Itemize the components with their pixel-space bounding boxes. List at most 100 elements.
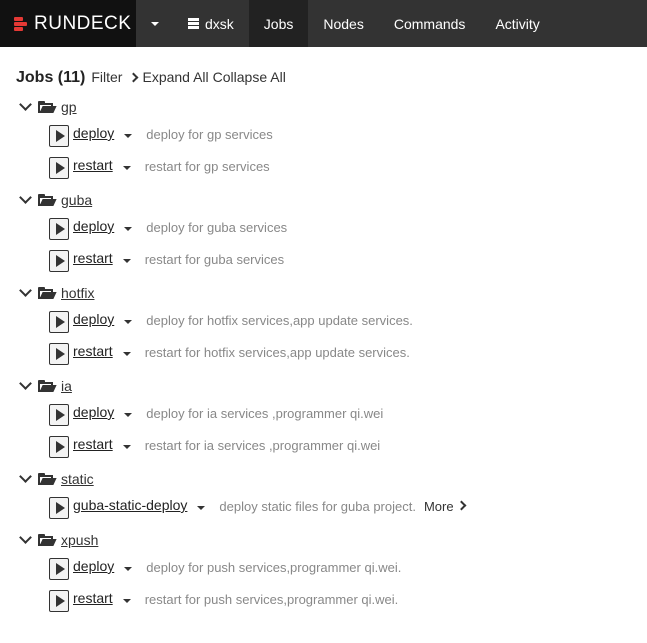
group-name-link[interactable]: static — [61, 471, 94, 487]
job-row: deploy deploy for hotfix services,app upd… — [49, 311, 413, 333]
job-description: restart for ia services ,programmer qi.w… — [144, 437, 381, 453]
folder-open-icon — [38, 194, 57, 206]
job-description: deploy for guba services — [146, 219, 288, 235]
play-icon — [55, 441, 65, 453]
job-row: restart restart for guba services — [49, 250, 284, 272]
job-actions-caret-icon[interactable] — [124, 134, 133, 138]
job-description: deploy for hotfix services,app update se… — [146, 312, 413, 328]
job-description: restart for push services,programmer qi.… — [144, 591, 399, 607]
rundeck-logo[interactable]: RUNDECK — [0, 0, 136, 47]
more-link[interactable]: More — [424, 499, 470, 514]
group-name-link[interactable]: ia — [61, 378, 72, 394]
folder-open-icon — [38, 534, 57, 546]
job-actions-caret-icon[interactable] — [122, 445, 131, 449]
job-row: restart restart for hotfix services,app u… — [49, 343, 410, 365]
project-name: dxsk — [205, 15, 234, 32]
chevron-right-icon — [129, 72, 139, 83]
play-icon — [55, 223, 65, 235]
run-job-button[interactable] — [49, 497, 69, 519]
job-description: deploy for gp services — [146, 126, 273, 142]
folder-open-icon — [38, 101, 57, 113]
run-job-button[interactable] — [49, 436, 69, 458]
run-job-button[interactable] — [49, 343, 69, 365]
chevron-down-icon[interactable] — [19, 191, 32, 204]
job-name-link[interactable]: restart — [73, 250, 113, 266]
group-name-link[interactable]: hotfix — [61, 285, 94, 301]
collapse-all-link[interactable]: Collapse All — [213, 69, 286, 85]
job-actions-caret-icon[interactable] — [122, 599, 131, 603]
run-job-button[interactable] — [49, 157, 69, 179]
run-job-button[interactable] — [49, 590, 69, 612]
jobs-header: Jobs (11) Filter Expand All Collapse All — [16, 69, 286, 87]
job-actions-caret-icon[interactable] — [124, 227, 133, 231]
job-name-link[interactable]: restart — [73, 590, 113, 606]
caret-down-icon — [151, 21, 159, 26]
run-job-button[interactable] — [49, 218, 69, 240]
job-group: xpush — [19, 531, 98, 549]
run-job-button[interactable] — [49, 404, 69, 426]
chevron-down-icon[interactable] — [19, 98, 32, 111]
job-row: guba-static-deploy deploy static files fo… — [49, 497, 470, 519]
job-name-link[interactable]: deploy — [73, 125, 114, 141]
job-row: deploy deploy for guba services — [49, 218, 287, 240]
filter-link[interactable]: Filter — [91, 69, 122, 85]
job-group: guba — [19, 191, 92, 209]
expand-all-link[interactable]: Expand All — [142, 69, 208, 85]
run-job-button[interactable] — [49, 311, 69, 333]
job-name-link[interactable]: deploy — [73, 558, 114, 574]
play-icon — [55, 409, 65, 421]
job-description: restart for gp services — [144, 158, 270, 174]
play-icon — [55, 255, 65, 267]
job-name-link[interactable]: restart — [73, 157, 113, 173]
job-actions-caret-icon[interactable] — [122, 259, 131, 263]
job-row: restart restart for push services,program… — [49, 590, 398, 612]
job-actions-caret-icon[interactable] — [124, 320, 133, 324]
job-actions-caret-icon[interactable] — [197, 506, 206, 510]
play-icon — [55, 563, 65, 575]
chevron-down-icon[interactable] — [19, 284, 32, 297]
tab-commands[interactable]: Commands — [379, 0, 481, 47]
folder-open-icon — [38, 380, 57, 392]
job-group: ia — [19, 377, 72, 395]
job-description: restart for guba services — [144, 251, 285, 267]
group-name-link[interactable]: guba — [61, 192, 92, 208]
project-list-icon — [188, 18, 199, 29]
group-name-link[interactable]: gp — [61, 99, 77, 115]
job-row: deploy deploy for push services,programme… — [49, 558, 401, 580]
folder-open-icon — [38, 473, 57, 485]
job-name-link[interactable]: deploy — [73, 218, 114, 234]
chevron-right-icon — [456, 500, 467, 510]
job-name-link[interactable]: restart — [73, 343, 113, 359]
run-job-button[interactable] — [49, 250, 69, 272]
job-row: deploy deploy for ia services ,programmer… — [49, 404, 383, 426]
play-icon — [55, 502, 65, 514]
run-job-button[interactable] — [49, 558, 69, 580]
play-icon — [55, 348, 65, 360]
play-icon — [55, 595, 65, 607]
job-row: deploy deploy for gp services — [49, 125, 273, 147]
job-group: static — [19, 470, 94, 488]
folder-open-icon — [38, 287, 57, 299]
chevron-down-icon[interactable] — [19, 377, 32, 390]
more-label: More — [423, 498, 454, 514]
chevron-down-icon[interactable] — [19, 531, 32, 544]
job-name-link[interactable]: guba-static-deploy — [73, 497, 187, 513]
job-actions-caret-icon[interactable] — [124, 567, 133, 571]
job-name-link[interactable]: restart — [73, 436, 113, 452]
project-link[interactable]: dxsk — [173, 0, 249, 47]
job-name-link[interactable]: deploy — [73, 404, 114, 420]
project-menu-dropdown[interactable] — [136, 0, 173, 47]
job-actions-caret-icon[interactable] — [122, 166, 131, 170]
job-actions-caret-icon[interactable] — [122, 352, 131, 356]
tab-jobs[interactable]: Jobs — [248, 0, 309, 47]
play-icon — [55, 130, 65, 142]
tab-activity[interactable]: Activity — [480, 0, 554, 47]
job-group: hotfix — [19, 284, 94, 302]
chevron-down-icon[interactable] — [19, 470, 32, 483]
group-name-link[interactable]: xpush — [61, 532, 98, 548]
run-job-button[interactable] — [49, 125, 69, 147]
tab-nodes[interactable]: Nodes — [308, 0, 378, 47]
job-actions-caret-icon[interactable] — [124, 413, 133, 417]
job-name-link[interactable]: deploy — [73, 311, 114, 327]
job-description: restart for hotfix services,app update s… — [144, 344, 410, 360]
